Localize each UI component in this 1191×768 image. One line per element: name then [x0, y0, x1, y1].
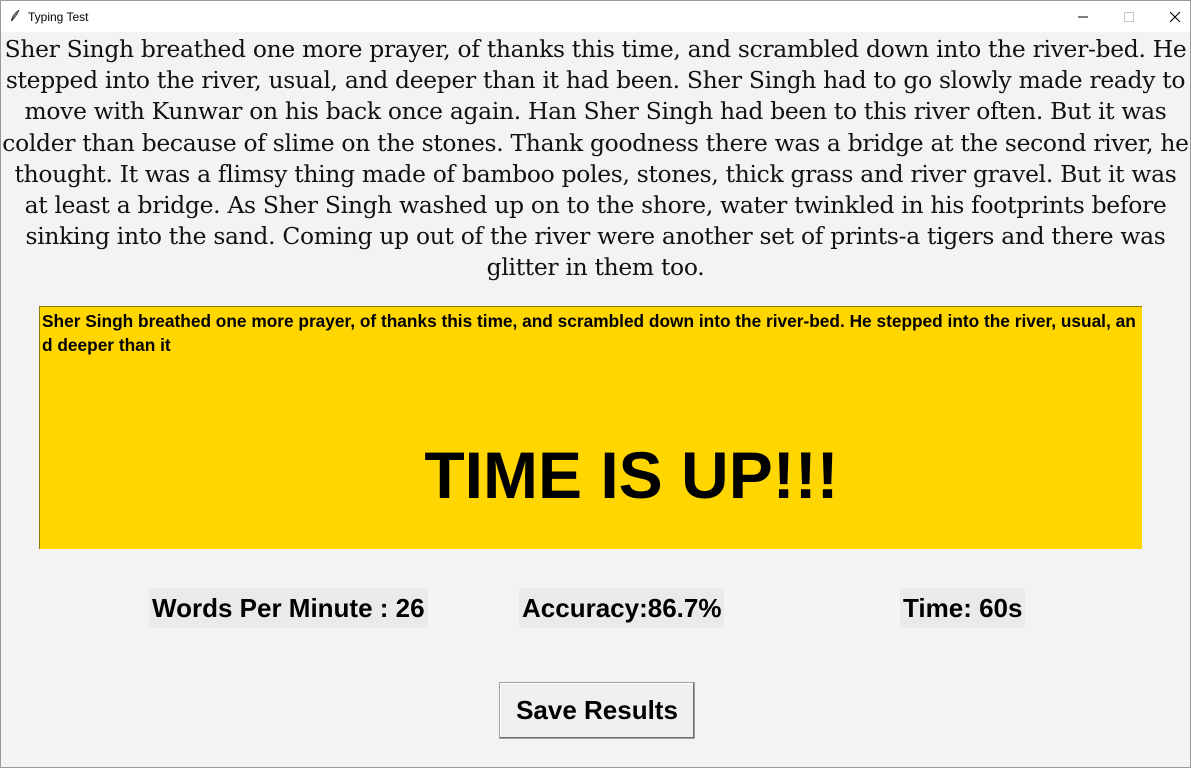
minimize-button[interactable] [1060, 1, 1106, 32]
save-results-button[interactable]: Save Results [499, 682, 695, 739]
time-label: Time: 60s [900, 588, 1026, 628]
typing-test-window: Typing Test Sher Singh breathed one more… [0, 0, 1191, 768]
maximize-icon [1124, 11, 1134, 22]
words-per-minute-label: Words Per Minute : 26 [149, 588, 428, 628]
feather-icon [8, 9, 22, 23]
typed-text: Sher Singh breathed one more prayer, of … [42, 311, 1136, 355]
close-button[interactable] [1152, 1, 1191, 32]
typing-input-area[interactable]: Sher Singh breathed one more prayer, of … [39, 306, 1142, 549]
time-up-message: TIME IS UP!!! [424, 438, 839, 512]
close-icon [1169, 11, 1181, 23]
sample-passage: Sher Singh breathed one more prayer, of … [2, 35, 1189, 282]
title-bar[interactable]: Typing Test [1, 1, 1190, 32]
minimize-icon [1078, 12, 1088, 22]
maximize-button[interactable] [1106, 1, 1152, 32]
accuracy-label: Accuracy:86.7% [519, 588, 725, 628]
window-title: Typing Test [28, 10, 89, 24]
